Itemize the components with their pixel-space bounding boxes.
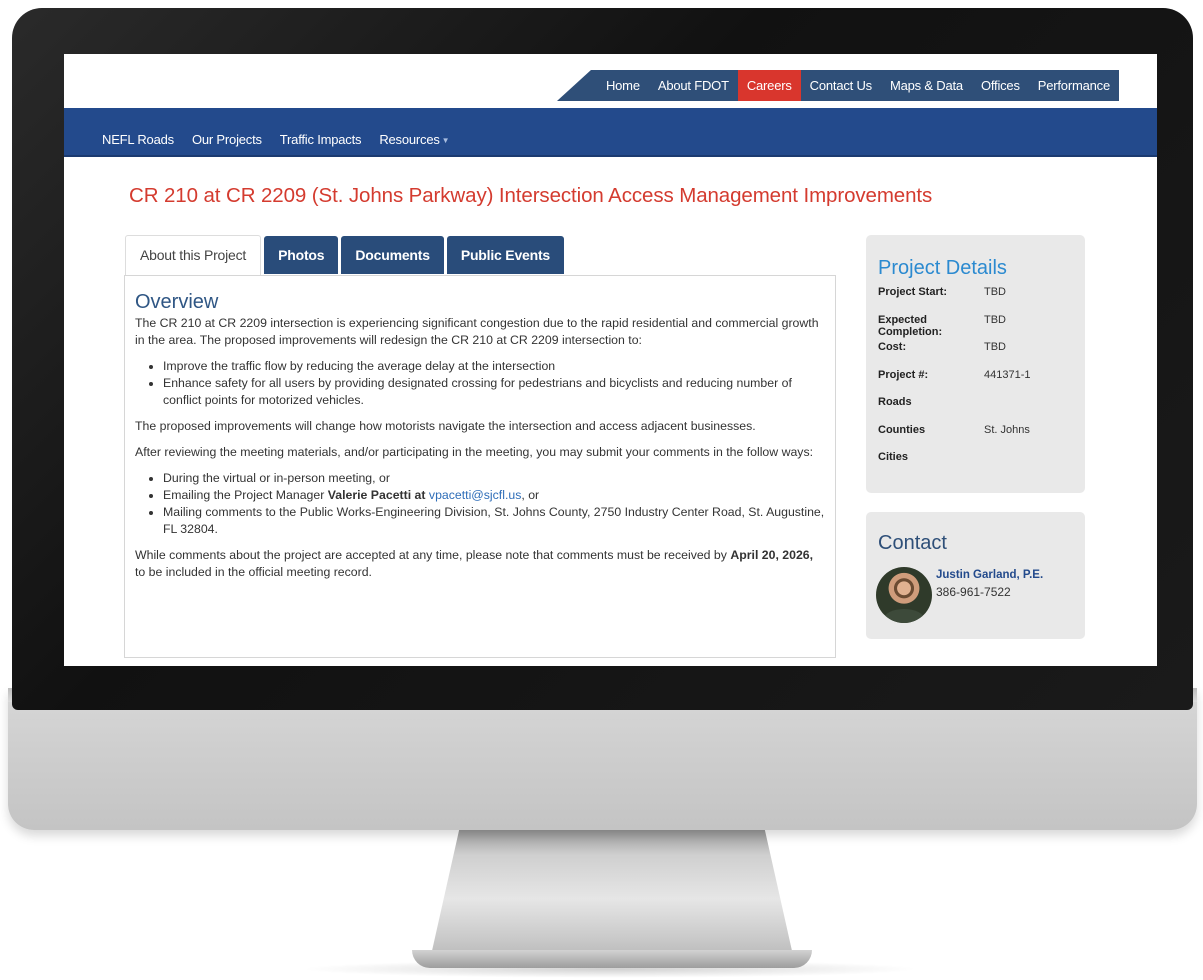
top-nav: Home About FDOT Careers Contact Us Maps …	[556, 70, 1119, 101]
top-nav-careers[interactable]: Careers	[737, 70, 801, 101]
monitor-stand-base	[412, 950, 812, 968]
project-manager-name: Valerie Pacetti at	[327, 488, 426, 502]
top-nav-contact-us[interactable]: Contact Us	[801, 70, 881, 101]
main-nav-resources[interactable]: Resources ▼	[379, 132, 449, 147]
list-item: Emailing the Project Manager Valerie Pac…	[163, 487, 825, 504]
email-suffix: , or	[521, 488, 540, 502]
detail-value: 441371-1	[984, 368, 1031, 381]
main-nav-traffic-impacts[interactable]: Traffic Impacts	[280, 132, 362, 147]
comment-ways-list: During the virtual or in-person meeting,…	[135, 470, 825, 538]
detail-value: TBD	[984, 341, 1006, 353]
main-nav-nefl-roads[interactable]: NEFL Roads	[102, 132, 174, 147]
deadline-suffix: to be included in the official meeting r…	[135, 565, 372, 579]
page-title: CR 210 at CR 2209 (St. Johns Parkway) In…	[129, 184, 933, 207]
tab-about-this-project[interactable]: About this Project	[125, 235, 262, 276]
top-nav-offices[interactable]: Offices	[972, 70, 1029, 101]
monitor-stand	[430, 830, 794, 960]
tab-content: Overview The CR 210 at CR 2209 intersect…	[124, 275, 836, 658]
detail-label: Counties	[878, 423, 926, 436]
detail-label: Roads	[878, 396, 912, 408]
table-row: Project #: 441371-1	[878, 369, 1031, 397]
main-nav-our-projects[interactable]: Our Projects	[192, 132, 262, 147]
detail-value: TBD	[984, 313, 1006, 326]
detail-label: Expected Completion:	[878, 313, 943, 338]
list-item: During the virtual or in-person meeting,…	[163, 470, 825, 487]
change-note: The proposed improvements will change ho…	[135, 419, 756, 433]
main-nav-resources-label: Resources	[379, 132, 440, 147]
detail-label: Project #:	[878, 368, 929, 381]
detail-value: TBD	[984, 286, 1006, 298]
top-nav-performance[interactable]: Performance	[1029, 70, 1119, 101]
table-row: Cost: TBD	[878, 341, 1031, 369]
project-details-panel: Project Details Project Start: TBD Expect…	[866, 235, 1085, 493]
comment-intro: After reviewing the meeting materials, a…	[135, 445, 814, 459]
tab-public-events[interactable]: Public Events	[446, 236, 565, 274]
list-item: Mailing comments to the Public Works-Eng…	[163, 504, 825, 538]
table-row: Cities	[878, 451, 1031, 479]
contact-panel: Contact Justin Garland, P.E. 386-961-752…	[866, 512, 1085, 639]
detail-value	[984, 451, 1031, 479]
project-tabs: About this Project Photos Documents Publ…	[125, 235, 567, 276]
contact-heading: Contact	[878, 532, 947, 554]
top-nav-home[interactable]: Home	[597, 70, 649, 101]
project-details-table: Project Start: TBD Expected Completion: TB…	[878, 286, 1031, 479]
deadline-date: April 20, 2026,	[730, 548, 814, 562]
list-item: Enhance safety for all users by providin…	[163, 375, 825, 409]
tab-documents[interactable]: Documents	[341, 236, 444, 274]
avatar	[876, 567, 932, 623]
email-prefix: Emailing the Project Manager	[163, 488, 328, 502]
goals-list: Improve the traffic flow by reducing the…	[135, 358, 825, 409]
table-row: Project Start: TBD	[878, 286, 1031, 314]
deadline-note: While comments about the project are acc…	[135, 547, 825, 581]
table-row: Counties St. Johns	[878, 424, 1031, 452]
table-row: Roads	[878, 396, 1031, 424]
tab-photos[interactable]: Photos	[264, 236, 339, 274]
detail-value: St. Johns	[984, 423, 1030, 436]
main-nav: NEFL Roads Our Projects Traffic Impacts …	[64, 108, 1157, 157]
contact-name[interactable]: Justin Garland, P.E.	[936, 569, 1043, 581]
table-row: Expected Completion: TBD	[878, 314, 1031, 342]
detail-label: Project Start:	[878, 286, 948, 298]
detail-label: Cities	[878, 451, 908, 463]
project-details-heading: Project Details	[878, 257, 1007, 279]
list-item: Improve the traffic flow by reducing the…	[163, 358, 825, 375]
top-nav-maps-data[interactable]: Maps & Data	[881, 70, 972, 101]
browser-viewport: Home About FDOT Careers Contact Us Maps …	[64, 54, 1157, 666]
contact-phone: 386-961-7522	[936, 585, 1011, 599]
detail-label: Cost:	[878, 341, 907, 353]
deadline-prefix: While comments about the project are acc…	[135, 548, 731, 562]
overview-heading: Overview	[135, 291, 219, 313]
overview-intro: The CR 210 at CR 2209 intersection is ex…	[135, 316, 819, 347]
caret-down-icon: ▼	[441, 136, 450, 146]
top-nav-about-fdot[interactable]: About FDOT	[649, 70, 738, 101]
email-link[interactable]: vpacetti@sjcfl.us	[429, 488, 521, 502]
detail-value	[984, 396, 1031, 424]
